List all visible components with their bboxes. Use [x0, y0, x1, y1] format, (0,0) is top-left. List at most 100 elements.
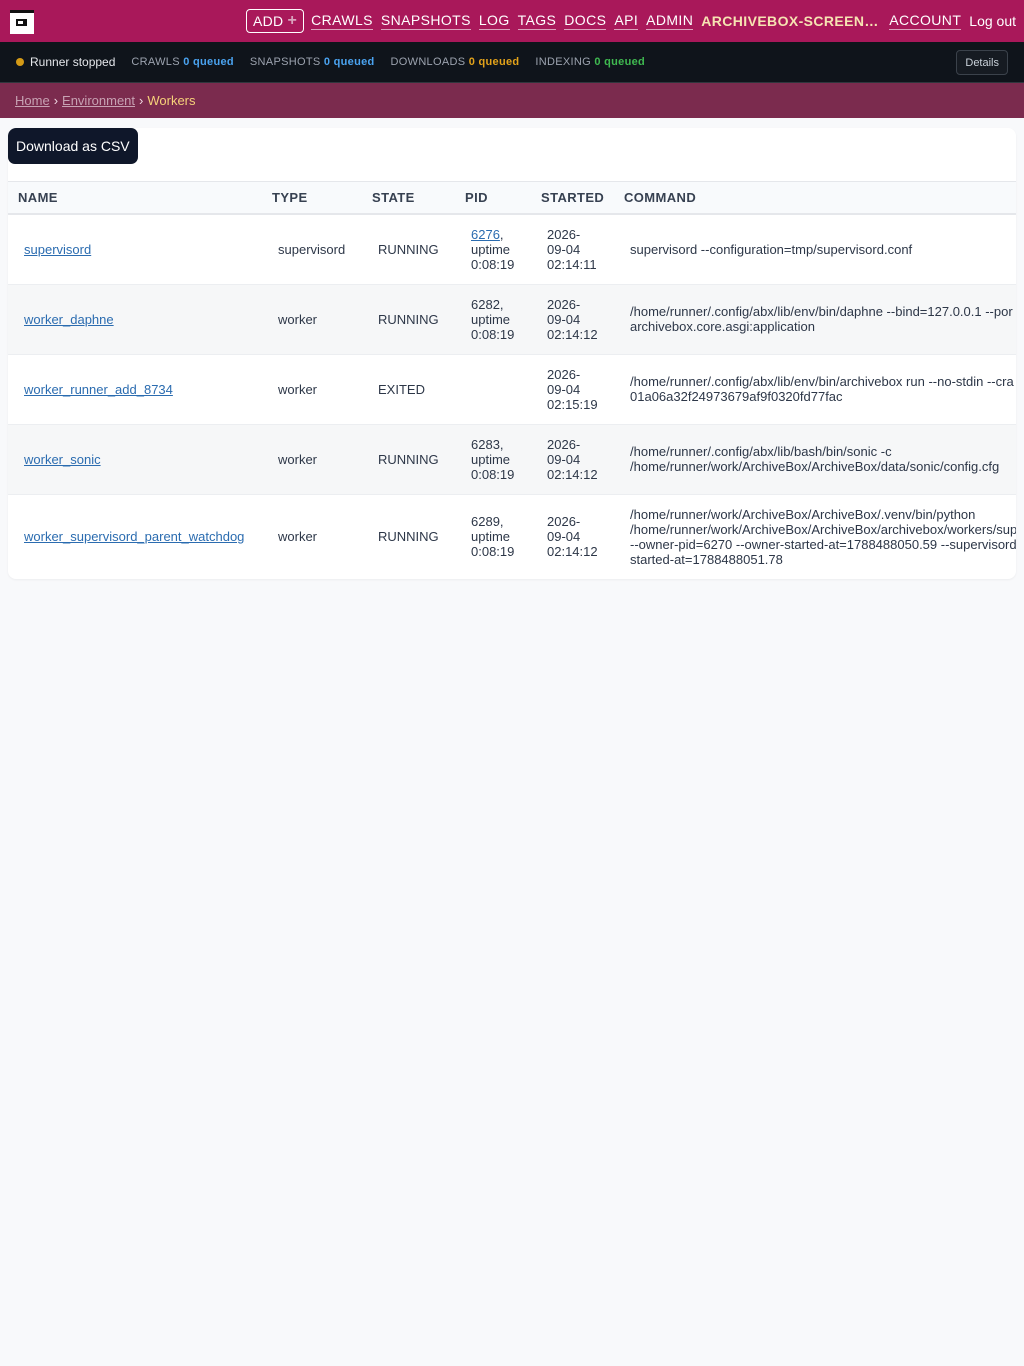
nav-link-admin[interactable]: ADMIN [646, 12, 694, 30]
command-line: supervisord --configuration=tmp/supervis… [630, 241, 913, 257]
worker-type-cell: worker [278, 451, 318, 467]
download-csv-button[interactable]: Download as CSV [8, 128, 138, 164]
started-part: 2026- [547, 366, 581, 382]
command-line: /home/runner/work/ArchiveBox/ArchiveBox/… [630, 459, 1000, 474]
crawls-stat-label: CRAWLS [131, 56, 180, 68]
downloads-stat: DOWNLOADS 0 queued [391, 56, 520, 68]
command-line: /home/runner/.config/abx/lib/bash/bin/so… [630, 444, 892, 459]
workers-table-wrapper[interactable]: NAME TYPE STATE PID STARTED COMMAND supe… [8, 181, 1016, 579]
workers-card: Download as CSV NAME TYPE STATE PID STAR… [8, 128, 1016, 579]
started-part: 09-04 [547, 451, 581, 467]
worker-name-cell: worker_sonic [8, 424, 262, 494]
nav-link-account[interactable]: ACCOUNT [889, 12, 962, 30]
add-button[interactable]: ADD + [245, 9, 305, 33]
column-header-state[interactable]: STATE [362, 182, 455, 215]
nav-user-name[interactable]: ARCHIVEBOX-SCREENS... [701, 13, 879, 30]
worker-pid-cell: 6289, uptime 0:08:19 [455, 494, 531, 579]
details-button[interactable]: Details [956, 50, 1008, 75]
snapshots-stat-value: 0 queued [323, 56, 375, 68]
uptime-value: 0:08:19 [471, 544, 515, 560]
table-row: worker_sonic worker RUNNING 6283, uptime 0… [8, 424, 1016, 494]
started-part: 2026- [547, 296, 581, 312]
worker-pid-cell: 6282, uptime 0:08:19 [455, 284, 531, 354]
breadcrumb-separator: › [53, 93, 59, 108]
column-header-command[interactable]: COMMAND [614, 182, 1016, 215]
started-part: 2026- [547, 514, 581, 530]
started-part: 09-04 [547, 381, 581, 397]
column-header-pid[interactable]: PID [455, 182, 531, 215]
worker-type-cell: worker [278, 529, 318, 545]
worker-command-cell: supervisord --configuration=tmp/supervis… [614, 214, 1016, 284]
uptime-label: uptime [471, 451, 511, 467]
worker-name-link[interactable]: worker_daphne [24, 312, 114, 327]
worker-name-cell: worker_daphne [8, 284, 262, 354]
table-row: worker_daphne worker RUNNING 6282, uptime… [8, 284, 1016, 354]
plus-icon: + [287, 12, 298, 29]
worker-command-cell: /home/runner/work/ArchiveBox/ArchiveBox/… [614, 494, 1016, 579]
worker-name-cell: worker_supervisord_parent_watchdog [8, 494, 262, 579]
worker-name-cell: supervisord [8, 214, 262, 284]
uptime-label: uptime [471, 529, 511, 545]
uptime-label: uptime [471, 241, 511, 257]
worker-command-cell: /home/runner/.config/abx/lib/env/bin/dap… [614, 284, 1016, 354]
worker-name-link[interactable]: supervisord [24, 242, 91, 257]
table-header-row: NAME TYPE STATE PID STARTED COMMAND [8, 182, 1016, 215]
uptime-value: 0:08:19 [471, 256, 515, 272]
breadcrumb: Home › Environment › Workers [0, 83, 1024, 118]
pid-suffix: , [499, 226, 504, 242]
breadcrumb-environment-link[interactable]: Environment [62, 93, 135, 108]
breadcrumb-current: Workers [147, 93, 196, 108]
worker-started-cell: 2026- 09-04 02:14:12 [531, 424, 614, 494]
column-header-started[interactable]: STARTED [531, 182, 614, 215]
worker-name-cell: worker_runner_add_8734 [8, 354, 262, 424]
nav-link-tags[interactable]: TAGS [517, 12, 557, 30]
command-line: /home/runner/.config/abx/lib/env/bin/dap… [630, 304, 1013, 319]
pid-text: 6283, [471, 436, 504, 452]
column-header-type[interactable]: TYPE [262, 182, 362, 215]
started-part: 02:14:12 [547, 326, 598, 342]
archivebox-logo-icon[interactable] [10, 10, 34, 34]
worker-name-link[interactable]: worker_runner_add_8734 [24, 382, 173, 397]
downloads-stat-label: DOWNLOADS [390, 56, 466, 68]
runner-status-bar: Runner stopped CRAWLS 0 queued SNAPSHOTS… [0, 42, 1024, 83]
nav-link-api[interactable]: API [614, 12, 639, 30]
column-header-name[interactable]: NAME [8, 182, 262, 215]
worker-type-cell: supervisord [278, 241, 346, 257]
started-part: 02:14:11 [547, 256, 597, 272]
table-row: worker_supervisord_parent_watchdog worke… [8, 494, 1016, 579]
worker-state-cell: RUNNING [378, 451, 439, 467]
uptime-value: 0:08:19 [471, 326, 515, 342]
command-line: archivebox.core.asgi:application [630, 319, 815, 334]
downloads-stat-value: 0 queued [468, 56, 520, 68]
worker-state-cell: RUNNING [378, 529, 439, 545]
worker-pid-cell: 6276, uptime 0:08:19 [455, 214, 531, 284]
command-line: /home/runner/work/ArchiveBox/ArchiveBox/… [630, 521, 1016, 537]
worker-name-link[interactable]: worker_sonic [24, 452, 101, 467]
worker-pid-cell [455, 354, 531, 424]
nav-link-docs[interactable]: DOCS [564, 12, 607, 30]
worker-started-cell: 2026- 09-04 02:14:11 [531, 214, 614, 284]
worker-state-cell: EXITED [378, 381, 425, 397]
nav-link-snapshots[interactable]: SNAPSHOTS [380, 12, 471, 30]
worker-state-cell: RUNNING [378, 311, 439, 327]
worker-command-cell: /home/runner/.config/abx/lib/bash/bin/so… [614, 424, 1016, 494]
worker-name-link[interactable]: worker_supervisord_parent_watchdog [24, 529, 244, 544]
logout-link[interactable]: Log out [969, 13, 1016, 30]
nav-link-log[interactable]: LOG [478, 12, 510, 30]
pid-link[interactable]: 6276 [471, 227, 500, 242]
started-part: 09-04 [547, 529, 581, 545]
indexing-stat-value: 0 queued [594, 56, 646, 68]
worker-type-cell: worker [278, 381, 318, 397]
breadcrumb-home-link[interactable]: Home [15, 93, 50, 108]
snapshots-stat: SNAPSHOTS 0 queued [250, 56, 375, 68]
started-part: 02:14:12 [547, 466, 598, 482]
command-line: 01a06a32f24973679af9f0320fd77fac [630, 389, 843, 404]
snapshots-stat-label: SNAPSHOTS [249, 56, 321, 68]
worker-type-cell: worker [278, 311, 318, 327]
nav-link-crawls[interactable]: CRAWLS [311, 12, 373, 30]
crawls-stat-value: 0 queued [183, 56, 234, 68]
worker-started-cell: 2026- 09-04 02:15:19 [531, 354, 614, 424]
crawls-stat: CRAWLS 0 queued [131, 56, 234, 68]
nav-links: ADD + CRAWLS SNAPSHOTS LOG TAGS DOCS API… [245, 0, 1016, 42]
runner-status-dot-icon [16, 58, 24, 66]
